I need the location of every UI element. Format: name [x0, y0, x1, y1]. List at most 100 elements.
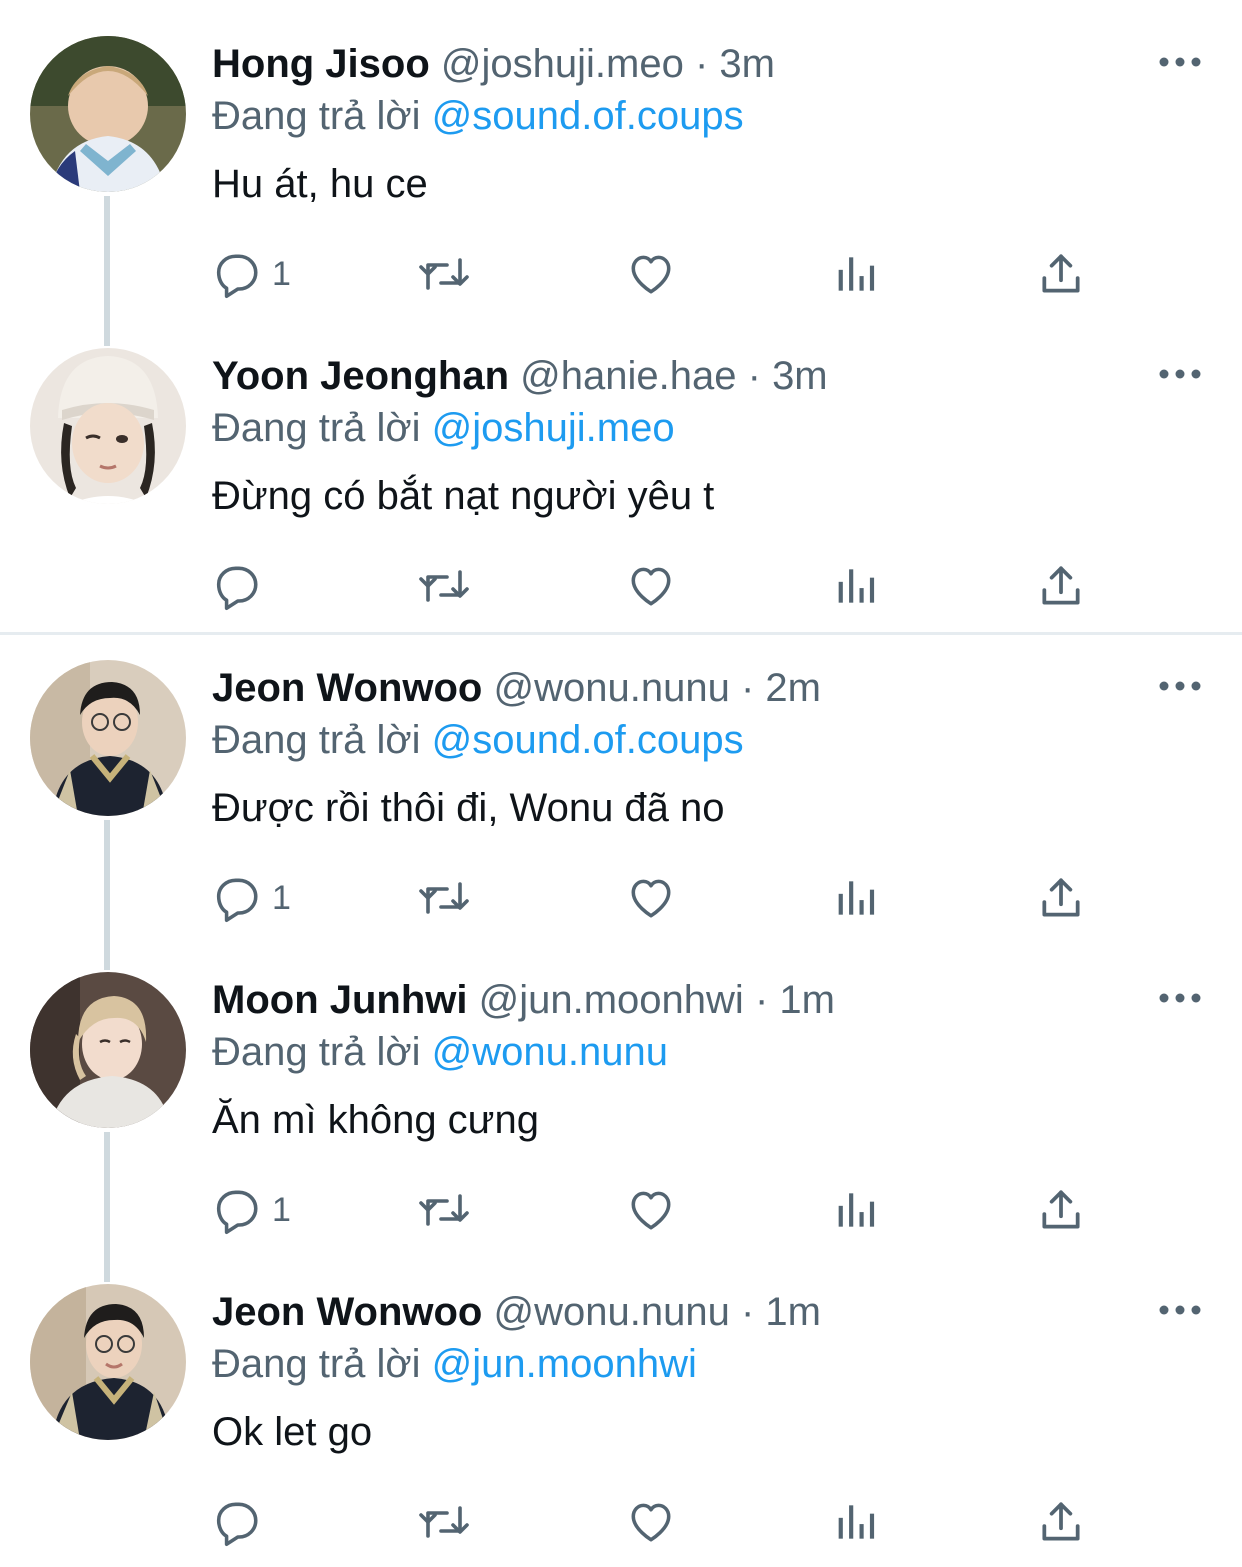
- mention-link[interactable]: @sound.of.coups: [432, 718, 744, 762]
- like-button[interactable]: [626, 1182, 676, 1238]
- heart-icon: [631, 879, 671, 918]
- reply-icon: [216, 254, 258, 299]
- avatar[interactable]: [30, 972, 186, 1128]
- more-horizontal-icon[interactable]: [1156, 362, 1204, 386]
- like-button[interactable]: [626, 558, 676, 614]
- user-handle[interactable]: @wonu.nunu: [493, 666, 729, 710]
- share-button[interactable]: [1036, 1182, 1086, 1238]
- timestamp[interactable]: 3m: [772, 354, 828, 398]
- replying-label: Đang trả lời: [212, 94, 421, 138]
- avatar[interactable]: [30, 348, 186, 504]
- views-bar-chart-icon: [838, 1505, 875, 1539]
- retweet-button[interactable]: [416, 870, 472, 926]
- mention-link[interactable]: @wonu.nunu: [432, 1030, 668, 1074]
- user-handle[interactable]: @jun.moonhwi: [479, 978, 744, 1022]
- retweet-icon: [419, 1194, 469, 1226]
- reply-button[interactable]: [212, 1494, 272, 1550]
- user-handle[interactable]: @wonu.nunu: [493, 1290, 729, 1334]
- share-icon: [1042, 1502, 1080, 1541]
- share-button[interactable]: [1036, 246, 1086, 302]
- more-horizontal-icon[interactable]: [1156, 1298, 1204, 1322]
- avatar-photo: [30, 348, 186, 504]
- tweet[interactable]: Moon Junhwi @jun.moonhwi · 1m Đang trả l…: [0, 936, 1242, 1248]
- action-bar: [212, 1494, 1112, 1550]
- share-button[interactable]: [1036, 870, 1086, 926]
- action-bar: 1: [212, 246, 1112, 302]
- replying-to: Đang trả lời @wonu.nunu: [212, 1028, 668, 1076]
- action-bar: 1: [212, 870, 1112, 926]
- views-button[interactable]: [832, 558, 882, 614]
- tweet-text: Được rồi thôi đi, Wonu đã no: [212, 786, 725, 830]
- tweet-text: Đừng có bắt nạt người yêu t: [212, 474, 715, 518]
- avatar[interactable]: [30, 1284, 186, 1440]
- more-horizontal-icon[interactable]: [1156, 50, 1204, 74]
- tweet-header: Yoon Jeonghan @hanie.hae · 3m: [212, 352, 828, 400]
- reply-count: 1: [272, 878, 291, 917]
- display-name[interactable]: Hong Jisoo: [212, 42, 430, 86]
- action-bar: 1: [212, 1182, 1112, 1238]
- separator: ·: [754, 978, 769, 1022]
- share-button[interactable]: [1036, 1494, 1086, 1550]
- retweet-button[interactable]: [416, 1182, 472, 1238]
- retweet-icon: [419, 570, 469, 602]
- reply-count: 1: [272, 1190, 291, 1229]
- reply-button[interactable]: 1: [212, 870, 291, 926]
- avatar-photo: [30, 972, 186, 1128]
- mention-link[interactable]: @jun.moonhwi: [432, 1342, 697, 1386]
- mention-link[interactable]: @joshuji.meo: [432, 406, 675, 450]
- like-button[interactable]: [626, 246, 676, 302]
- mention-link[interactable]: @sound.of.coups: [432, 94, 744, 138]
- user-handle[interactable]: @joshuji.meo: [441, 42, 684, 86]
- like-button[interactable]: [626, 870, 676, 926]
- reply-button[interactable]: 1: [212, 1182, 291, 1238]
- timestamp[interactable]: 1m: [779, 978, 835, 1022]
- views-button[interactable]: [832, 246, 882, 302]
- more-horizontal-icon[interactable]: [1156, 986, 1204, 1010]
- replying-label: Đang trả lời: [212, 718, 421, 762]
- timestamp[interactable]: 2m: [765, 666, 821, 710]
- tweet-header: Moon Junhwi @jun.moonhwi · 1m: [212, 976, 835, 1024]
- avatar[interactable]: [30, 660, 186, 816]
- avatar[interactable]: [30, 36, 186, 192]
- reply-button[interactable]: 1: [212, 246, 291, 302]
- views-button[interactable]: [832, 870, 882, 926]
- more-horizontal-icon[interactable]: [1156, 674, 1204, 698]
- separator: ·: [740, 666, 755, 710]
- replying-label: Đang trả lời: [212, 1342, 421, 1386]
- timestamp[interactable]: 3m: [719, 42, 775, 86]
- tweet[interactable]: Hong Jisoo @joshuji.meo · 3m Đang trả lờ…: [0, 0, 1242, 312]
- tweet-header: Jeon Wonwoo @wonu.nunu · 1m: [212, 1288, 821, 1336]
- views-bar-chart-icon: [838, 1193, 875, 1227]
- share-button[interactable]: [1036, 558, 1086, 614]
- reply-icon: [216, 1190, 258, 1235]
- views-bar-chart-icon: [838, 569, 875, 603]
- like-button[interactable]: [626, 1494, 676, 1550]
- views-bar-chart-icon: [838, 257, 875, 291]
- reply-icon: [216, 878, 258, 923]
- tweet-text: Hu át, hu ce: [212, 162, 428, 206]
- share-icon: [1042, 566, 1080, 605]
- views-bar-chart-icon: [838, 881, 875, 915]
- display-name[interactable]: Moon Junhwi: [212, 978, 468, 1022]
- tweet[interactable]: Jeon Wonwoo @wonu.nunu · 2m Đang trả lời…: [0, 624, 1242, 936]
- tweet-text: Ok let go: [212, 1410, 373, 1454]
- views-button[interactable]: [832, 1182, 882, 1238]
- avatar-photo: [30, 660, 186, 816]
- retweet-button[interactable]: [416, 558, 472, 614]
- avatar-photo: [30, 36, 186, 192]
- retweet-icon: [419, 882, 469, 914]
- tweet[interactable]: Jeon Wonwoo @wonu.nunu · 1m Đang trả lời…: [0, 1248, 1242, 1560]
- user-handle[interactable]: @hanie.hae: [520, 354, 736, 398]
- display-name[interactable]: Jeon Wonwoo: [212, 666, 482, 710]
- timestamp[interactable]: 1m: [765, 1290, 821, 1334]
- display-name[interactable]: Jeon Wonwoo: [212, 1290, 482, 1334]
- reply-button[interactable]: [212, 558, 272, 614]
- reply-icon: [216, 1502, 258, 1547]
- retweet-button[interactable]: [416, 1494, 472, 1550]
- views-button[interactable]: [832, 1494, 882, 1550]
- retweet-button[interactable]: [416, 246, 472, 302]
- separator: ·: [740, 1290, 755, 1334]
- replying-label: Đang trả lời: [212, 1030, 421, 1074]
- display-name[interactable]: Yoon Jeonghan: [212, 354, 509, 398]
- tweet[interactable]: Yoon Jeonghan @hanie.hae · 3m Đang trả l…: [0, 312, 1242, 624]
